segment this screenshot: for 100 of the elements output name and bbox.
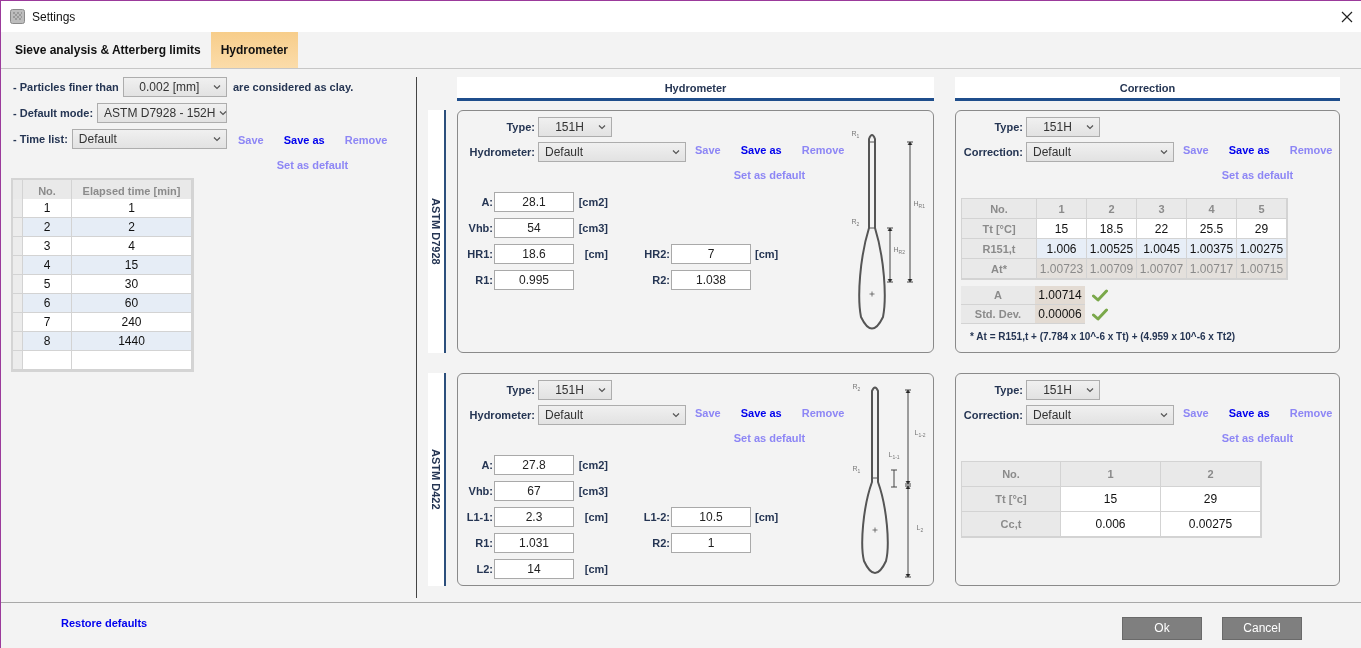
- text-field[interactable]: 1.031: [494, 533, 574, 553]
- table-cell: 18.5: [1087, 219, 1137, 239]
- unit-label: [cm]: [583, 563, 608, 575]
- dropdown[interactable]: 151H: [538, 380, 612, 400]
- table-cell: 3: [23, 237, 72, 256]
- field-label: Vhb:: [467, 222, 493, 234]
- table-cell: 5: [23, 275, 72, 294]
- table-cell: 4: [23, 256, 72, 275]
- caret-icon: [598, 387, 606, 393]
- table-cell: 1: [72, 199, 192, 218]
- row-marker[interactable]: [13, 218, 23, 237]
- tab[interactable]: Sieve analysis & Atterberg limits: [5, 32, 211, 68]
- field-label: Correction:: [962, 408, 1023, 423]
- dropdown[interactable]: 151H: [1026, 380, 1100, 400]
- row-header: Tt [°c]: [962, 487, 1061, 512]
- column-header: No.: [962, 199, 1037, 219]
- dropdown[interactable]: Default: [538, 142, 686, 162]
- field-label: - Particles finer than: [13, 81, 119, 93]
- text-field[interactable]: 1: [671, 533, 751, 553]
- table-cell: 1.00714: [1035, 286, 1085, 305]
- text-field[interactable]: 54: [494, 218, 574, 238]
- row-marker[interactable]: [13, 237, 23, 256]
- caret-icon: [213, 84, 221, 90]
- field-label: Type:: [505, 120, 535, 135]
- tab[interactable]: Hydrometer: [210, 32, 298, 68]
- unit-label: [cm]: [754, 248, 780, 260]
- text-field[interactable]: 14: [494, 559, 574, 579]
- dropdown[interactable]: ASTM D7928 - 152H: [97, 103, 227, 123]
- unit-label: [cm3]: [577, 222, 608, 234]
- text-field[interactable]: 0.995: [494, 270, 574, 290]
- table-cell: 1.00375: [1187, 239, 1237, 259]
- method-label: ASTM D7928: [430, 198, 442, 265]
- column-header: 2: [1087, 199, 1137, 219]
- table-cell: 6: [23, 294, 72, 313]
- ok-button[interactable]: Ok: [1122, 616, 1202, 640]
- text-field[interactable]: 10.5: [671, 507, 751, 527]
- field-label: L2:: [475, 563, 493, 575]
- cancel-button[interactable]: Cancel: [1222, 616, 1302, 640]
- dropdown[interactable]: Default: [1026, 142, 1174, 162]
- table-cell: 1.00709: [1087, 259, 1137, 279]
- field-label: HR1:: [466, 248, 493, 260]
- dropdown[interactable]: 151H: [1026, 117, 1100, 137]
- field-label: R1:: [474, 537, 493, 549]
- field-label: - Time list:: [13, 133, 68, 145]
- close-icon[interactable]: [1341, 10, 1353, 23]
- row-marker[interactable]: [13, 199, 23, 218]
- column-header: 1: [1037, 199, 1087, 219]
- text-field[interactable]: 2.3: [494, 507, 574, 527]
- table-cell: 1440: [72, 332, 192, 351]
- text-field[interactable]: 1.038: [671, 270, 751, 290]
- field-label: Hydrometer:: [468, 408, 535, 423]
- field-label: Correction:: [962, 145, 1023, 160]
- field-label: R1:: [474, 274, 493, 286]
- caret-icon: [672, 149, 680, 155]
- dropdown[interactable]: Default: [538, 405, 686, 425]
- row-marker[interactable]: [13, 294, 23, 313]
- field-label: Hydrometer:: [468, 145, 535, 160]
- table-cell: 15: [1037, 219, 1087, 239]
- row-marker[interactable]: [13, 313, 23, 332]
- save-as-link[interactable]: Save as: [283, 133, 325, 147]
- table-cell: 8: [23, 332, 72, 351]
- field-label: A:: [480, 196, 493, 208]
- table-cell: 2: [23, 218, 72, 237]
- table-cell: 15: [72, 256, 192, 275]
- unit-label: [cm3]: [577, 485, 608, 497]
- table-cell: 29: [1237, 219, 1287, 239]
- caret-icon: [1086, 124, 1094, 130]
- field-label: R2:: [651, 274, 670, 286]
- table-cell: 0.00006: [1035, 305, 1085, 324]
- save-as-link[interactable]: Save as: [740, 143, 782, 157]
- row-marker[interactable]: [13, 275, 23, 294]
- dropdown[interactable]: Default: [71, 129, 227, 149]
- row-marker[interactable]: [13, 256, 23, 275]
- restore-defaults-link[interactable]: Restore defaults: [61, 616, 1102, 629]
- table-cell: 7: [23, 313, 72, 332]
- dropdown[interactable]: Default: [1026, 405, 1174, 425]
- dropdown[interactable]: 0.002 [mm]: [122, 77, 227, 97]
- row-header: At*: [962, 259, 1037, 279]
- row-marker[interactable]: [13, 332, 23, 351]
- field-label: are considered as clay.: [233, 80, 354, 95]
- caret-icon: [219, 110, 228, 116]
- row-header: R151,t: [962, 239, 1037, 259]
- row-header: Std. Dev.: [961, 305, 1035, 324]
- dropdown[interactable]: 151H: [538, 117, 612, 137]
- table-cell: 0.00275: [1161, 512, 1261, 537]
- caret-icon: [1160, 412, 1168, 418]
- table-cell: 60: [72, 294, 192, 313]
- column-header: 3: [1137, 199, 1187, 219]
- save-as-link[interactable]: Save as: [1228, 406, 1270, 420]
- table-cell: 1.00525: [1087, 239, 1137, 259]
- text-field[interactable]: 28.1: [494, 192, 574, 212]
- field-label: Type:: [505, 383, 535, 398]
- row-marker[interactable]: [13, 351, 23, 370]
- text-field[interactable]: 7: [671, 244, 751, 264]
- save-as-link[interactable]: Save as: [740, 406, 782, 420]
- save-as-link[interactable]: Save as: [1228, 143, 1270, 157]
- caret-icon: [672, 412, 680, 418]
- text-field[interactable]: 18.6: [494, 244, 574, 264]
- text-field[interactable]: 67: [494, 481, 574, 501]
- text-field[interactable]: 27.8: [494, 455, 574, 475]
